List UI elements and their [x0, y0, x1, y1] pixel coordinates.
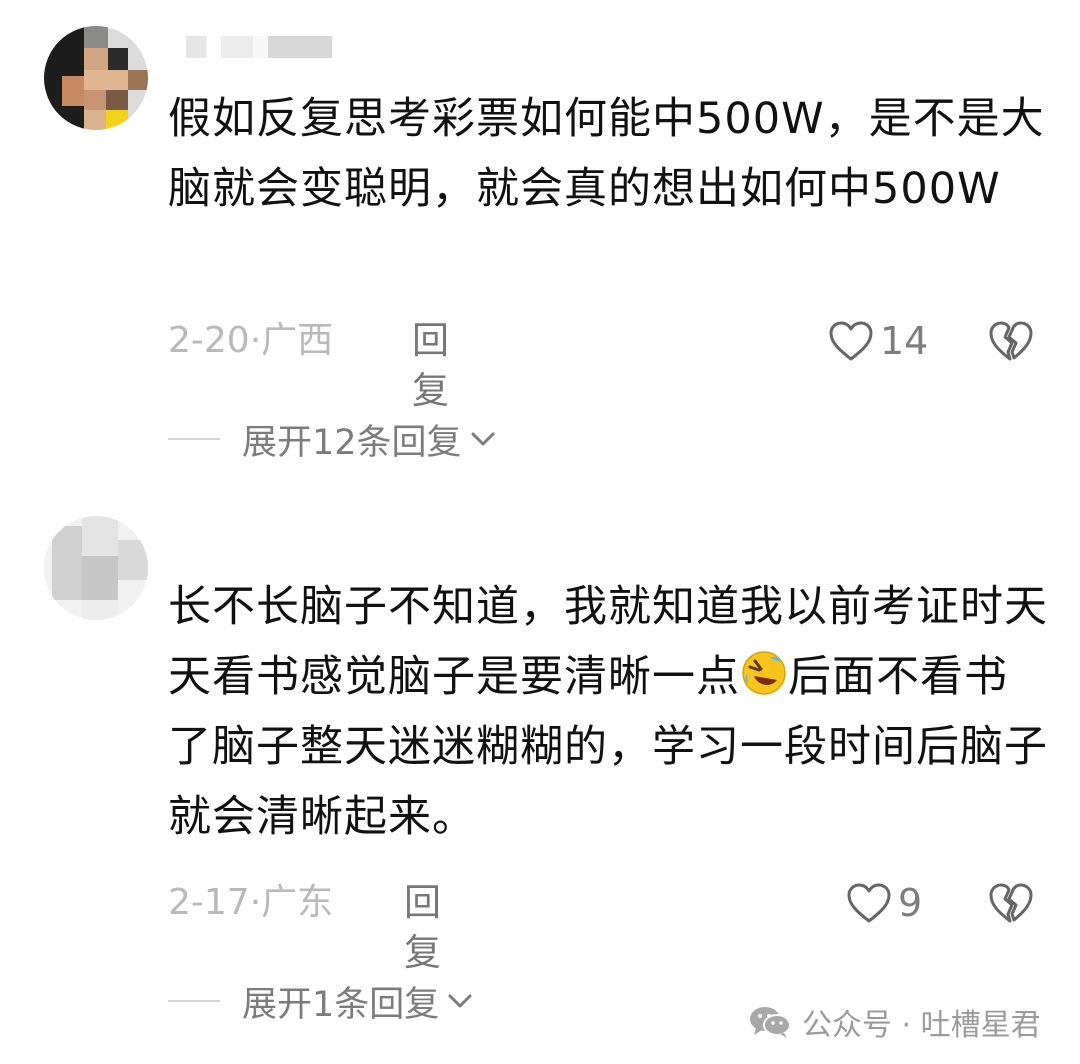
like-count: 9 [898, 881, 923, 925]
dislike-button[interactable] [988, 882, 1034, 928]
comment-region: 广东 [261, 882, 334, 923]
divider-line [168, 438, 220, 440]
comment-region: 广西 [261, 320, 334, 361]
like-button[interactable]: 9 [846, 878, 922, 928]
chevron-down-icon [471, 432, 495, 446]
heart-outline-icon [847, 883, 891, 923]
expand-replies-label: 展开1条回复 [242, 984, 440, 1025]
reply-button[interactable]: 回复 [412, 316, 449, 416]
heart-outline-icon [829, 321, 873, 361]
rolling-on-floor-laughing-emoji [742, 651, 786, 695]
avatar[interactable] [44, 516, 148, 620]
divider-line [168, 1000, 220, 1002]
broken-heart-icon [989, 883, 1033, 923]
broken-heart-icon [989, 321, 1033, 361]
comment-text: 长不长脑子不知道，我就知道我以前考证时天天看书感觉脑子是要清晰一点 后面不看书了脑… [168, 572, 1048, 852]
username-blurred [186, 36, 332, 58]
meta-separator: · [249, 882, 262, 923]
like-button[interactable]: 14 [828, 316, 928, 366]
expand-replies-button[interactable]: 展开12条回复 [168, 414, 496, 464]
like-count: 14 [880, 319, 929, 363]
comment-text: 假如反复思考彩票如何能中500W，是不是大脑就会变聪明，就会真的想出如何中500… [168, 94, 1045, 214]
expand-replies-label: 展开12条回复 [242, 422, 462, 463]
expand-replies-button[interactable]: 展开1条回复 [168, 976, 473, 1026]
watermark-text: 公众号 · 吐槽星君 [802, 1008, 1041, 1043]
avatar[interactable] [44, 26, 148, 130]
comment-date: 2-17 [168, 882, 250, 923]
dislike-button[interactable] [988, 320, 1034, 366]
watermark: 公众号 · 吐槽星君 [748, 1000, 1041, 1044]
reply-button[interactable]: 回复 [404, 878, 441, 978]
comment-meta: 2-17·广东 回复 [168, 878, 441, 974]
wechat-icon [750, 1007, 791, 1038]
comment-date: 2-20 [168, 320, 250, 361]
meta-separator: · [249, 320, 262, 361]
comment-meta: 2-20·广西 回复 [168, 316, 449, 412]
chevron-down-icon [448, 994, 472, 1008]
